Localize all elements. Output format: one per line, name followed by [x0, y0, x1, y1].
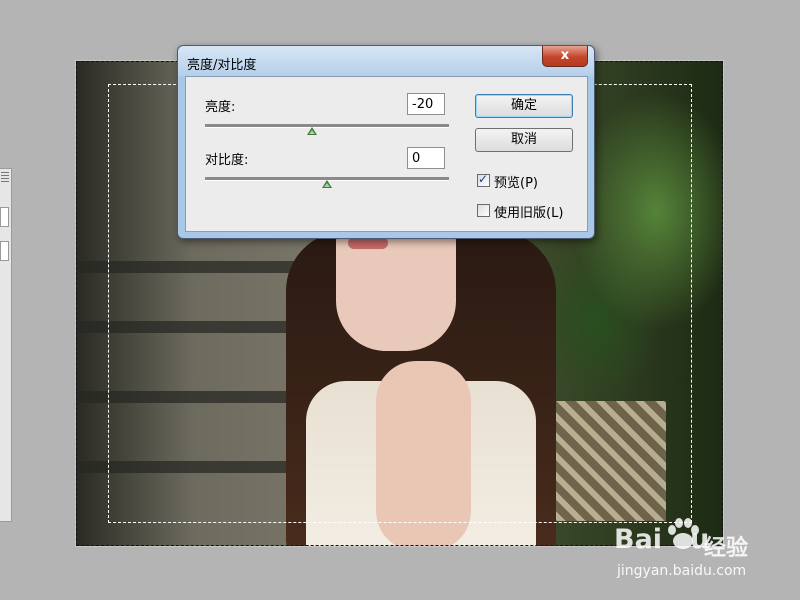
dialog-title: 亮度/对比度 [187, 58, 257, 73]
contrast-label: 对比度: [205, 153, 249, 168]
preview-label: 预览(P) [494, 176, 538, 191]
panel-slot[interactable] [0, 207, 9, 227]
panel-slot[interactable] [0, 241, 9, 261]
baidu-paw-icon [668, 518, 699, 549]
legacy-label: 使用旧版(L) [494, 206, 564, 221]
close-button[interactable]: x [542, 46, 588, 67]
ok-button[interactable]: 确定 [475, 94, 573, 118]
watermark-jingyan: 经验 [704, 536, 749, 561]
watermark-url: jingyan.baidu.com [617, 563, 747, 579]
cancel-button[interactable]: 取消 [475, 128, 573, 152]
brightness-label: 亮度: [205, 100, 236, 115]
brightness-input[interactable]: -20 [407, 93, 445, 115]
brightness-slider-thumb[interactable] [307, 127, 317, 135]
watermark-logo-head: Bai [614, 524, 663, 555]
brightness-contrast-dialog: 亮度/对比度 x 亮度: -20 对比度: 0 确定 取消 预览(P) 使用旧版… [177, 45, 595, 239]
tools-panel-edge [0, 168, 12, 522]
contrast-slider-thumb[interactable] [322, 180, 332, 188]
panel-grip-icon[interactable] [1, 172, 9, 182]
legacy-checkbox[interactable] [477, 204, 490, 217]
preview-checkbox[interactable] [477, 172, 490, 187]
dialog-titlebar[interactable]: 亮度/对比度 x [178, 46, 594, 76]
dialog-client-area: 亮度: -20 对比度: 0 确定 取消 预览(P) 使用旧版(L) [185, 76, 588, 232]
contrast-input[interactable]: 0 [407, 147, 445, 169]
brightness-slider-track[interactable] [205, 124, 449, 128]
